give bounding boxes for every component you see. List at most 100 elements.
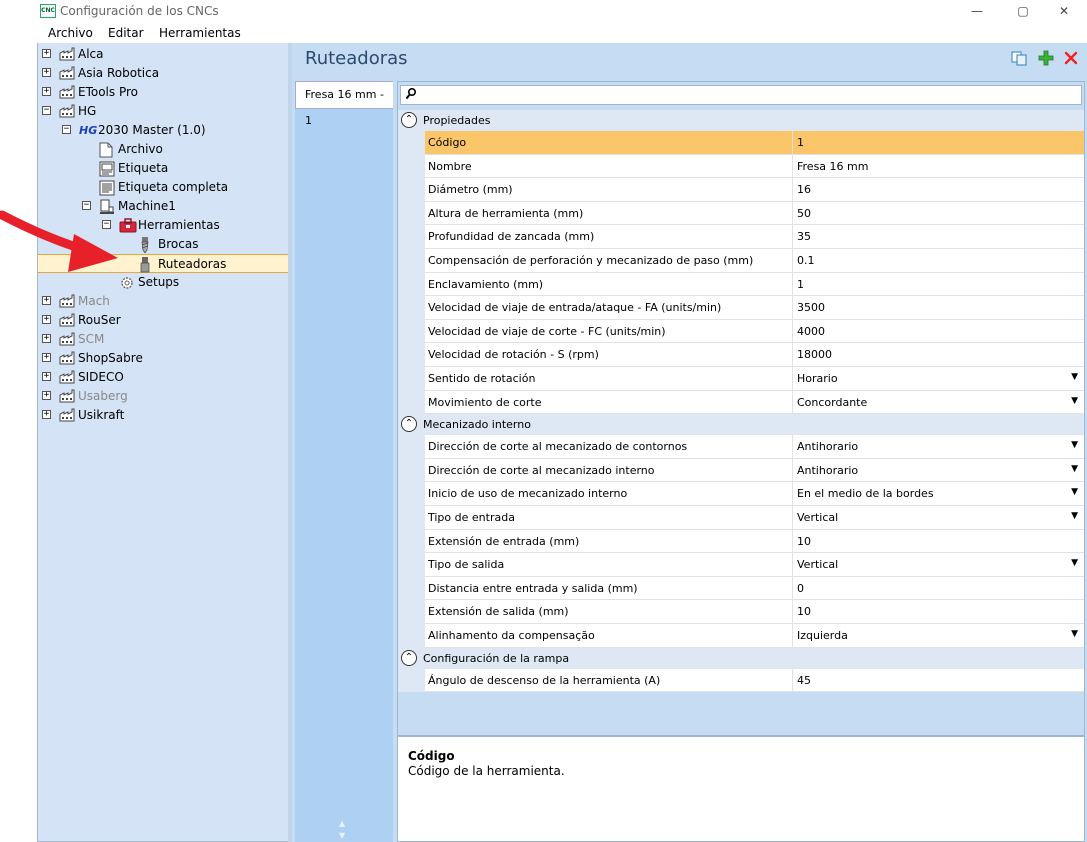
property-value-input[interactable]: 0.1 [797, 254, 815, 267]
chevron-down-icon[interactable]: ▼ [1071, 487, 1078, 497]
property-row[interactable]: Extensión de salida (mm) 10 [425, 600, 1084, 624]
menu-archivo[interactable]: Archivo [48, 26, 93, 40]
expand-icon[interactable]: + [42, 372, 51, 381]
tree-item-archivo[interactable]: Archivo [38, 140, 288, 159]
property-value-input[interactable]: 10 [797, 605, 811, 618]
property-value-select[interactable]: Horario [797, 372, 838, 385]
property-value-select[interactable]: Vertical [797, 511, 838, 524]
expand-icon[interactable]: + [42, 391, 51, 400]
tree-item-scm[interactable]: + SCM [38, 330, 288, 349]
category-collapse-icon[interactable]: ⌃ [401, 649, 417, 666]
property-row[interactable]: Ángulo de descenso de la herramienta (A)… [425, 668, 1084, 693]
property-name: Inicio de uso de mecanizado interno [428, 487, 628, 501]
property-value-select[interactable]: Vertical [797, 558, 838, 571]
tree-item-alca[interactable]: + Alca [38, 45, 288, 64]
property-row[interactable]: Velocidad de viaje de entrada/ataque - F… [425, 296, 1084, 320]
property-row[interactable]: Tipo de entrada Vertical ▼ [425, 506, 1084, 530]
property-row[interactable]: Compensación de perforación y mecanizado… [425, 249, 1084, 273]
tree-item-shopsabre[interactable]: + ShopSabre [38, 349, 288, 368]
category-configuraci-n-de-la-rampa[interactable]: ⌃ Configuración de la rampa [398, 647, 1084, 669]
tree-item-2030-master-1-0-[interactable]: − HG 2030 Master (1.0) [38, 121, 288, 140]
property-row[interactable]: Tipo de salida Vertical ▼ [425, 553, 1084, 577]
tree-item-rouser[interactable]: + RouSer [38, 311, 288, 330]
tree-item-asia-robotica[interactable]: + Asia Robotica [38, 64, 288, 83]
expand-icon[interactable]: + [42, 410, 51, 419]
property-row[interactable]: Velocidad de viaje de corte - FC (units/… [425, 319, 1084, 344]
property-value-input[interactable]: 0 [797, 582, 804, 595]
property-value-input[interactable]: 16 [797, 183, 811, 196]
property-value-select[interactable]: En el medio de la bordes [797, 487, 934, 500]
tab-fresa-16mm[interactable]: Fresa 16 mm - 1 [295, 81, 393, 127]
tree-item-usaberg[interactable]: + Usaberg [38, 387, 288, 406]
collapse-icon[interactable]: − [42, 106, 51, 115]
property-row[interactable]: Dirección de corte al mecanizado de cont… [425, 435, 1084, 459]
tree-item-mach[interactable]: + Mach [38, 292, 288, 311]
maximize-button[interactable]: ▢ [1000, 0, 1046, 23]
property-row[interactable]: Extensión de entrada (mm) 10 [425, 529, 1084, 554]
property-row[interactable]: Dirección de corte al mecanizado interno… [425, 458, 1084, 483]
chevron-down-icon[interactable]: ▼ [1071, 396, 1078, 406]
property-value-input[interactable]: 45 [797, 674, 811, 687]
property-row[interactable]: Alinhamento da compensação Izquierda ▼ [425, 624, 1084, 648]
scroll-down-icon[interactable]: ▼ [339, 831, 345, 840]
property-row[interactable]: Profundidad de zancada (mm) 35 [425, 225, 1084, 249]
property-row[interactable]: Distancia entre entrada y salida (mm) 0 [425, 576, 1084, 601]
property-value-input[interactable]: 18000 [797, 348, 832, 361]
chevron-down-icon[interactable]: ▼ [1071, 558, 1078, 568]
property-row[interactable]: Velocidad de rotación - S (rpm) 18000 [425, 343, 1084, 367]
expand-icon[interactable]: + [42, 87, 51, 96]
property-value-select[interactable]: Izquierda [797, 629, 848, 642]
tree-item-etools-pro[interactable]: + ETools Pro [38, 83, 288, 102]
tree-item-etiqueta-completa[interactable]: Etiqueta completa [38, 178, 288, 197]
property-row[interactable]: Código 1 [425, 131, 1084, 155]
expand-icon[interactable]: + [42, 296, 51, 305]
property-value-input[interactable]: 1 [797, 278, 804, 291]
property-value-select[interactable]: Concordante [797, 396, 867, 409]
scroll-up-icon[interactable]: ▲ [339, 819, 345, 828]
property-value-input[interactable]: Fresa 16 mm [797, 160, 868, 173]
property-value-input[interactable]: 50 [797, 207, 811, 220]
tree-item-hg[interactable]: − HG [38, 102, 288, 121]
expand-icon[interactable]: + [42, 315, 51, 324]
tree-item-label: Etiqueta completa [118, 180, 229, 194]
chevron-down-icon[interactable]: ▼ [1071, 464, 1078, 474]
menu-editar[interactable]: Editar [108, 26, 144, 40]
category-collapse-icon[interactable]: ⌃ [401, 416, 417, 433]
chevron-down-icon[interactable]: ▼ [1071, 629, 1078, 639]
expand-icon[interactable]: + [42, 68, 51, 77]
category-propiedades[interactable]: ⌃ Propiedades [398, 110, 1084, 131]
property-value-select[interactable]: Antihorario [797, 464, 858, 477]
property-value-input[interactable]: 4000 [797, 325, 825, 338]
collapse-icon[interactable]: − [62, 125, 71, 134]
tree-item-etiqueta[interactable]: Etiqueta [38, 159, 288, 178]
category-mecanizado-interno[interactable]: ⌃ Mecanizado interno [398, 414, 1084, 436]
property-row[interactable]: Inicio de uso de mecanizado interno En el… [425, 482, 1084, 506]
chevron-down-icon[interactable]: ▼ [1071, 511, 1078, 521]
property-value-input[interactable]: 1 [797, 136, 804, 149]
add-icon[interactable] [1038, 50, 1054, 66]
menu-herramientas[interactable]: Herramientas [159, 26, 241, 40]
property-value-input[interactable]: 10 [797, 535, 811, 548]
category-collapse-icon[interactable]: ⌃ [401, 112, 417, 128]
property-value-select[interactable]: Antihorario [797, 440, 858, 453]
expand-icon[interactable]: + [42, 334, 51, 343]
minimize-button[interactable]: — [954, 0, 1000, 23]
property-row[interactable]: Nombre Fresa 16 mm [425, 154, 1084, 179]
property-row[interactable]: Enclavamiento (mm) 1 [425, 272, 1084, 297]
tree-item-sideco[interactable]: + SIDECO [38, 368, 288, 387]
property-value-input[interactable]: 35 [797, 230, 811, 243]
expand-icon[interactable]: + [42, 353, 51, 362]
property-row[interactable]: Diámetro (mm) 16 [425, 178, 1084, 202]
expand-icon[interactable]: + [42, 49, 51, 58]
chevron-down-icon[interactable]: ▼ [1071, 372, 1078, 382]
copy-icon[interactable] [1011, 51, 1028, 66]
close-button[interactable]: ✕ [1041, 0, 1087, 23]
search-input[interactable] [400, 85, 1082, 105]
tree-item-usikraft[interactable]: + Usikraft [38, 406, 288, 425]
property-row[interactable]: Movimiento de corte Concordante ▼ [425, 390, 1084, 415]
property-value-input[interactable]: 3500 [797, 301, 825, 314]
property-row[interactable]: Altura de herramienta (mm) 50 [425, 201, 1084, 226]
property-row[interactable]: Sentido de rotación Horario ▼ [425, 367, 1084, 391]
delete-icon[interactable] [1064, 51, 1078, 65]
chevron-down-icon[interactable]: ▼ [1071, 440, 1078, 450]
